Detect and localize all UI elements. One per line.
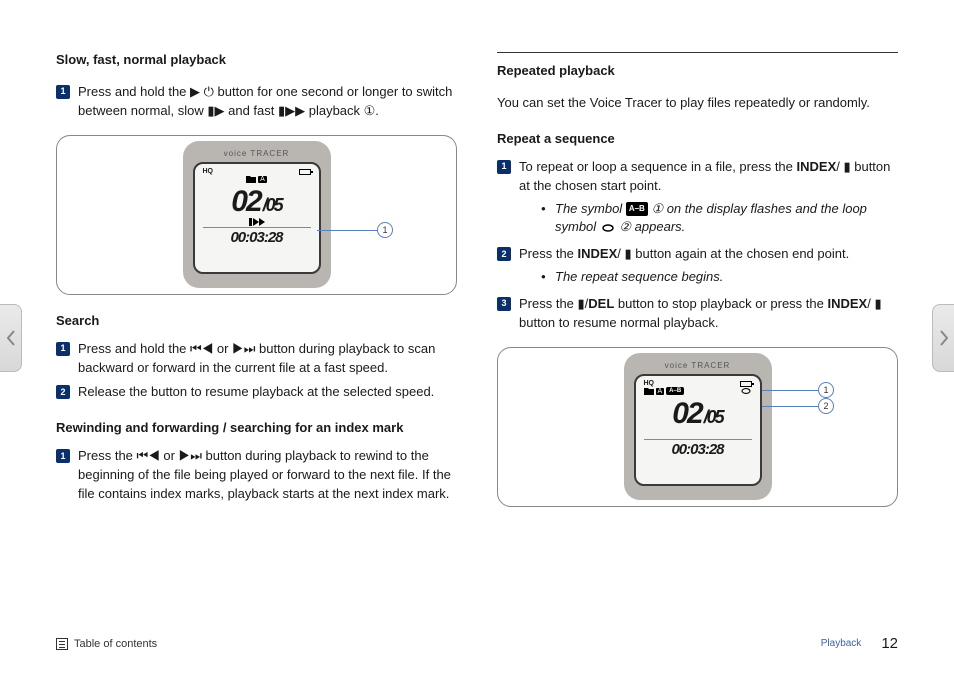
ab-indicator: A–B: [666, 387, 684, 395]
callout-1: 1: [818, 382, 834, 398]
step-text: Press and hold the ⏮◀ or ▶⏭ button durin…: [78, 341, 435, 375]
right-column: Repeated playback You can set the Voice …: [497, 52, 898, 590]
step-speed-1: 1 Press and hold the ▶ ⏻ button for one …: [56, 83, 457, 121]
step-text: Press and hold the ▶ ⏻ button for one se…: [78, 84, 452, 118]
loop-indicator-icon: [740, 387, 752, 395]
heading-playback-speed: Slow, fast, normal playback: [56, 52, 457, 67]
step-repeat-2: 2 Press the INDEX/ ▮ button again at the…: [497, 245, 898, 287]
folder-row: A A–B: [644, 387, 752, 395]
step-number-icon: 1: [497, 160, 511, 174]
step-search-2: 2 Release the button to resume playback …: [56, 383, 457, 402]
mid-row: [644, 429, 752, 439]
step-number-icon: 1: [56, 449, 70, 463]
step-number-icon: 1: [56, 85, 70, 99]
step-text: Release the button to resume playback at…: [78, 384, 434, 399]
callout-2: 2: [818, 398, 834, 414]
step-number-icon: 2: [56, 385, 70, 399]
callout-line-2: [762, 406, 818, 407]
heading-rewind: Rewinding and forwarding / searching for…: [56, 420, 457, 435]
step-number-icon: 1: [56, 342, 70, 356]
toc-label: Table of contents: [74, 638, 157, 650]
hq-label: HQ: [203, 168, 214, 175]
step-repeat-3: 3 Press the ▮/DEL button to stop playbac…: [497, 295, 898, 333]
note-1: The symbol A–B ① on the display flashes …: [555, 200, 898, 238]
step-text: To repeat or loop a sequence in a file, …: [519, 159, 890, 193]
nav-prev-tab[interactable]: [0, 304, 22, 372]
toc-link[interactable]: Table of contents: [56, 638, 157, 650]
left-column: Slow, fast, normal playback 1 Press and …: [56, 52, 457, 590]
loop-icon: [601, 223, 615, 233]
toc-icon: [56, 638, 68, 650]
hq-label: HQ: [644, 380, 655, 387]
step-search-1: 1 Press and hold the ⏮◀ or ▶⏭ button dur…: [56, 340, 457, 378]
track-number: 02 /05: [672, 399, 722, 429]
ab-badge-icon: A–B: [626, 202, 648, 216]
folder-letter: A: [258, 176, 267, 183]
callout-line-1: [762, 390, 818, 391]
step-text: Press the ▮/DEL button to stop playback …: [519, 296, 882, 330]
device-frame: voice TRACER HQ A 02 /05: [183, 141, 331, 288]
page-body: Slow, fast, normal playback 1 Press and …: [0, 0, 954, 620]
heading-search: Search: [56, 313, 457, 328]
page-footer: Table of contents Playback 12: [56, 635, 898, 652]
elapsed-time: 00:03:28: [203, 227, 311, 246]
figure-device-2: voice TRACER HQ A A–B: [497, 347, 898, 507]
battery-icon: [299, 169, 311, 175]
figure-device-1: voice TRACER HQ A 02 /05: [56, 135, 457, 295]
step-number-icon: 3: [497, 297, 511, 311]
device-screen: HQ A A–B 02 /05: [634, 374, 762, 486]
device-brand: voice TRACER: [634, 361, 762, 370]
callout-line-1: [317, 230, 377, 231]
step-rewind-1: 1 Press the ⏮◀ or ▶⏭ button during playb…: [56, 447, 457, 504]
section-name: Playback: [821, 638, 862, 649]
battery-icon: [740, 381, 752, 387]
callout-1: 1: [377, 222, 393, 238]
elapsed-time: 00:03:28: [644, 439, 752, 458]
intro-text: You can set the Voice Tracer to play fil…: [497, 94, 898, 113]
page-number: 12: [881, 635, 898, 652]
step-number-icon: 2: [497, 247, 511, 261]
folder-letter: A: [656, 388, 665, 395]
nav-next-tab[interactable]: [932, 304, 954, 372]
heading-repeat-sequence: Repeat a sequence: [497, 131, 898, 146]
step-text: Press the INDEX/ ▮ button again at the c…: [519, 246, 849, 261]
step-repeat-1: 1 To repeat or loop a sequence in a file…: [497, 158, 898, 237]
device-screen: HQ A 02 /05 00:03:28: [193, 162, 321, 274]
step-text: Press the ⏮◀ or ▶⏭ button during playbac…: [78, 448, 451, 501]
device-brand: voice TRACER: [193, 149, 321, 158]
divider: [497, 52, 898, 53]
folder-row: A: [246, 175, 267, 183]
heading-repeated: Repeated playback: [497, 63, 898, 78]
track-number: 02 /05: [231, 187, 281, 217]
note-2: The repeat sequence begins.: [555, 268, 898, 287]
device-frame: voice TRACER HQ A A–B: [624, 353, 772, 500]
mid-row: [203, 217, 311, 227]
